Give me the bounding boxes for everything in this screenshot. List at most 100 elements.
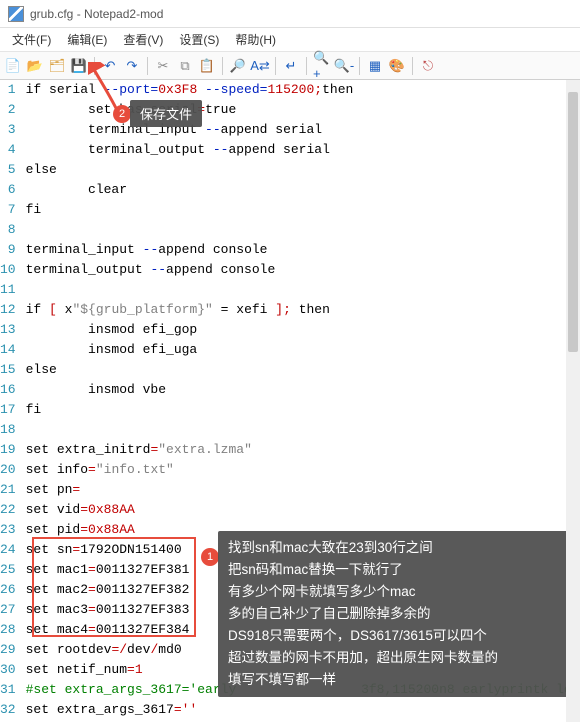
copy-icon[interactable]: ⧉ [176,57,194,75]
line-number: 26 [0,580,16,600]
code-line[interactable] [26,280,580,300]
code-line[interactable]: insmod efi_gop [26,320,580,340]
browse-icon[interactable]: 🗂 [48,57,66,75]
code-line[interactable]: clear [26,180,580,200]
separator [275,57,276,75]
vertical-scrollbar[interactable] [566,80,580,722]
cut-icon[interactable]: ✂ [154,57,172,75]
scrollbar-thumb[interactable] [568,92,578,352]
line-number: 15 [0,360,16,380]
line-number: 16 [0,380,16,400]
code-line[interactable] [26,220,580,240]
line-number: 17 [0,400,16,420]
open-file-icon[interactable]: 📂 [26,57,44,75]
undo-icon[interactable]: ↶ [101,57,119,75]
titlebar: grub.cfg - Notepad2-mod [0,0,580,28]
code-line[interactable]: insmod vbe [26,380,580,400]
code-line[interactable]: else [26,360,580,380]
replace-icon[interactable]: A⇄ [251,57,269,75]
separator [412,57,413,75]
separator [359,57,360,75]
scheme-icon[interactable]: ▦ [366,57,384,75]
zoom-in-icon[interactable]: 🔍+ [313,57,331,75]
line-number: 24 [0,540,16,560]
line-number: 18 [0,420,16,440]
line-number: 8 [0,220,16,240]
line-number: 2 [0,100,16,120]
find-icon[interactable]: 🔎 [229,57,247,75]
new-file-icon[interactable]: 📄 [4,57,22,75]
menu-file[interactable]: 文件(F) [4,31,59,48]
code-line[interactable] [26,420,580,440]
code-line[interactable]: terminal_input --append serial [26,120,580,140]
line-number: 10 [0,260,16,280]
code-line[interactable]: set info="info.txt" [26,460,580,480]
exit-icon[interactable]: ⎋ [419,57,437,75]
line-number: 13 [0,320,16,340]
line-number: 21 [0,480,16,500]
window-title: grub.cfg - Notepad2-mod [30,7,163,21]
separator [147,57,148,75]
tooltip-line: 有多少个网卡就填写多少个mac [228,581,560,603]
toolbar: 📄 📂 🗂 💾 ↶ ↷ ✂ ⧉ 📋 🔎 A⇄ ↵ 🔍+ 🔍- ▦ 🎨 ⎋ [0,52,580,80]
code-line[interactable]: fi [26,200,580,220]
code-line[interactable]: if serial --port=0x3F8 --speed=115200;th… [26,80,580,100]
menu-settings[interactable]: 设置(S) [171,31,227,48]
wordwrap-icon[interactable]: ↵ [282,57,300,75]
line-number: 19 [0,440,16,460]
separator [222,57,223,75]
annotation-marker-2: 2 [113,105,131,123]
info-tooltip: 找到sn和mac大致在23到30行之间把sn码和mac替换一下就行了有多少个网卡… [218,531,570,697]
app-icon [8,6,24,22]
menu-view[interactable]: 查看(V) [115,31,171,48]
code-line[interactable]: if [ x"${grub_platform}" = xefi ]; then [26,300,580,320]
tooltip-line: 填写不填写都一样 [228,669,560,691]
customize-icon[interactable]: 🎨 [388,57,406,75]
code-line[interactable]: set pn= [26,480,580,500]
code-line[interactable]: set extra_args_3617='' [26,700,580,720]
line-number: 20 [0,460,16,480]
line-number: 32 [0,700,16,720]
line-number: 3 [0,120,16,140]
code-line[interactable]: terminal_output --append serial [26,140,580,160]
code-line[interactable]: set vid=0x88AA [26,500,580,520]
line-number: 14 [0,340,16,360]
line-number: 12 [0,300,16,320]
paste-icon[interactable]: 📋 [198,57,216,75]
code-line[interactable]: terminal_output --append console [26,260,580,280]
tooltip-line: 超过数量的网卡不用加，超出原生网卡数量的 [228,647,560,669]
code-line[interactable]: else [26,160,580,180]
code-line[interactable]: insmod efi_uga [26,340,580,360]
line-number: 22 [0,500,16,520]
line-number: 11 [0,280,16,300]
line-number: 5 [0,160,16,180]
line-number: 4 [0,140,16,160]
line-number-gutter: 1234567891011121314151617181920212223242… [0,80,22,720]
tooltip-line: 多的自己补少了自己删除掉多余的 [228,603,560,625]
line-number: 29 [0,640,16,660]
line-number: 27 [0,600,16,620]
line-number: 9 [0,240,16,260]
line-number: 23 [0,520,16,540]
zoom-out-icon[interactable]: 🔍- [335,57,353,75]
line-number: 1 [0,80,16,100]
line-number: 31 [0,680,16,700]
line-number: 30 [0,660,16,680]
line-number: 25 [0,560,16,580]
line-number: 28 [0,620,16,640]
save-icon[interactable]: 💾 [70,57,88,75]
redo-icon[interactable]: ↷ [123,57,141,75]
tooltip-line: 找到sn和mac大致在23到30行之间 [228,537,560,559]
line-number: 7 [0,200,16,220]
menu-help[interactable]: 帮助(H) [227,31,284,48]
code-line[interactable]: set extra_initrd="extra.lzma" [26,440,580,460]
menu-edit[interactable]: 编辑(E) [59,31,115,48]
code-line[interactable]: set has_serial=true [26,100,580,120]
line-number: 6 [0,180,16,200]
separator [306,57,307,75]
code-line[interactable]: terminal_input --append console [26,240,580,260]
menubar: 文件(F) 编辑(E) 查看(V) 设置(S) 帮助(H) [0,28,580,52]
code-line[interactable]: fi [26,400,580,420]
save-tooltip: 保存文件 [130,100,202,127]
separator [94,57,95,75]
